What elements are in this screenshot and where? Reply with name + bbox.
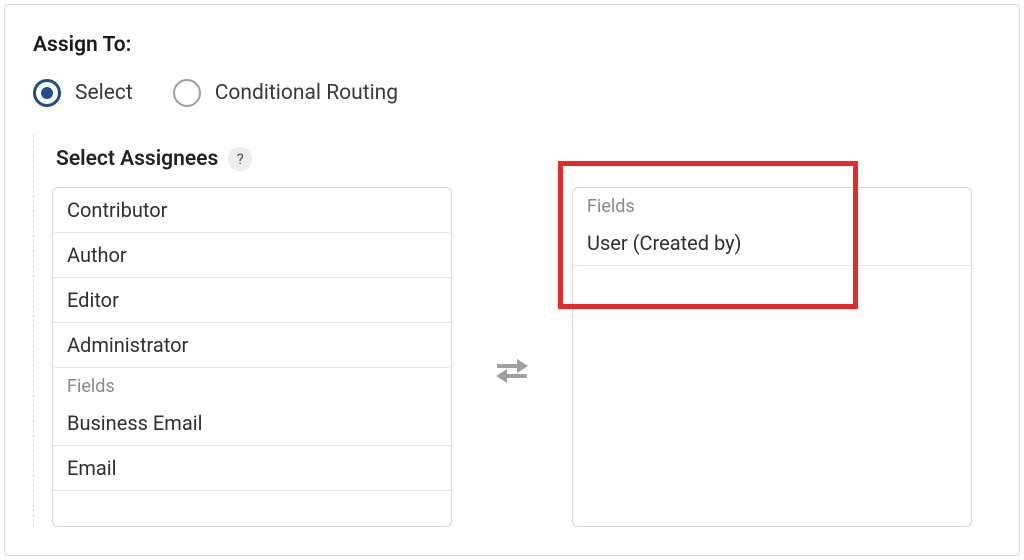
radio-icon bbox=[173, 79, 201, 107]
swap-horizontal-icon[interactable] bbox=[496, 359, 528, 387]
radio-select[interactable]: Select bbox=[33, 79, 133, 107]
fields-header: Fields bbox=[53, 368, 451, 401]
radio-conditional-label: Conditional Routing bbox=[215, 81, 398, 105]
assign-to-panel: Assign To: Select Conditional Routing Se… bbox=[4, 4, 1020, 556]
fields-header: Fields bbox=[573, 188, 971, 221]
select-assignees-section: Select Assignees ? Contributor Author Ed… bbox=[33, 135, 991, 527]
radio-select-label: Select bbox=[75, 81, 133, 105]
assignee-transfer: Contributor Author Editor Administrator … bbox=[52, 187, 991, 527]
assignment-mode-radio-group: Select Conditional Routing bbox=[33, 79, 991, 107]
help-icon[interactable]: ? bbox=[228, 147, 252, 171]
selected-assignees-list[interactable]: Fields User (Created by) bbox=[572, 187, 972, 527]
list-item[interactable]: Email bbox=[53, 446, 451, 491]
select-assignees-title: Select Assignees bbox=[56, 147, 218, 171]
radio-conditional-routing[interactable]: Conditional Routing bbox=[173, 79, 398, 107]
assign-to-label: Assign To: bbox=[33, 33, 991, 57]
list-item[interactable]: Business Email bbox=[53, 401, 451, 446]
available-assignees-list[interactable]: Contributor Author Editor Administrator … bbox=[52, 187, 452, 527]
list-item[interactable]: Author bbox=[53, 233, 451, 278]
radio-icon bbox=[33, 79, 61, 107]
list-item[interactable]: User (Created by) bbox=[573, 221, 971, 266]
list-item[interactable]: Administrator bbox=[53, 323, 451, 368]
list-item[interactable]: Editor bbox=[53, 278, 451, 323]
list-item[interactable]: Contributor bbox=[53, 188, 451, 233]
